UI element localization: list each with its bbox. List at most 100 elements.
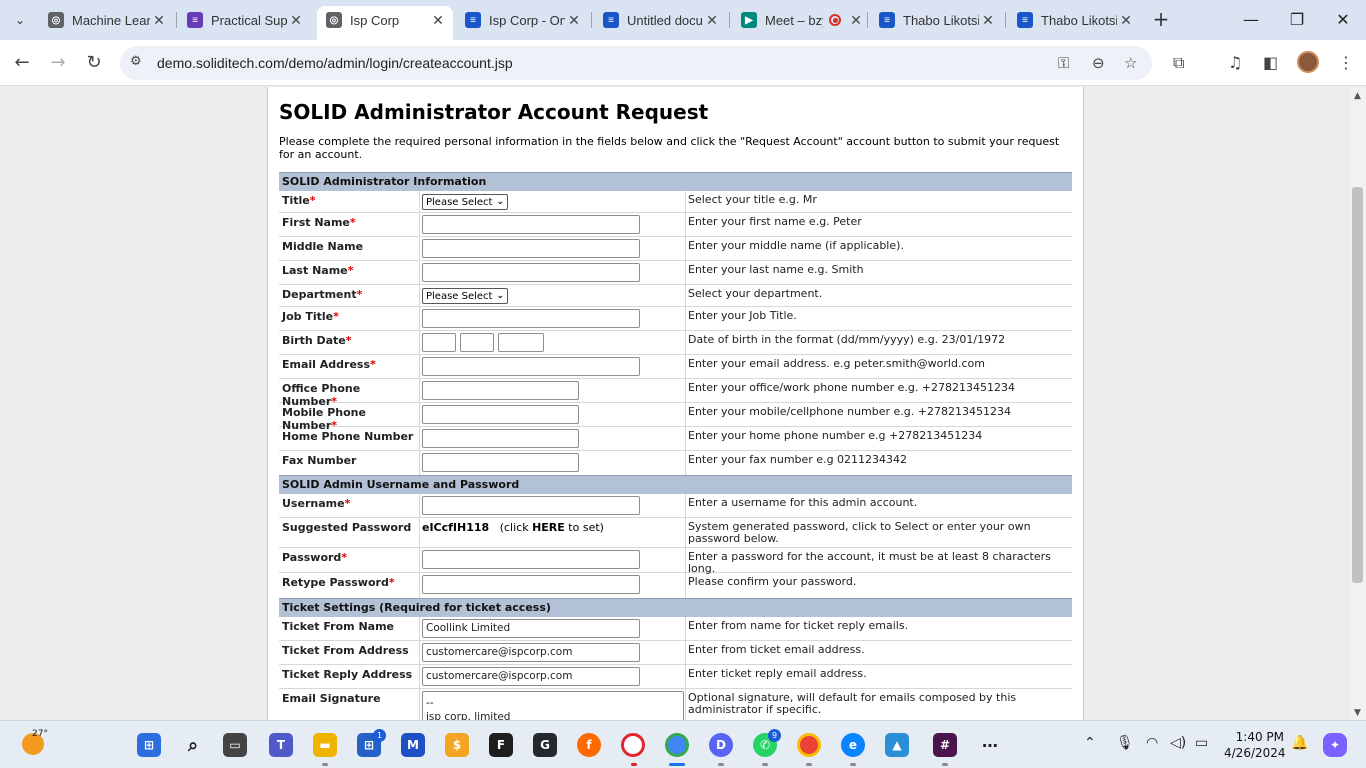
tab-untitled-document[interactable]: ≡ Untitled document ✕ [603,6,721,34]
currency-app-icon[interactable]: $ [445,733,469,757]
ticket-from-name-input[interactable]: Coollink Limited [422,619,640,638]
system-clock[interactable]: 1:40 PM 4/26/2024 [1224,729,1286,761]
close-icon[interactable]: ✕ [150,12,168,29]
retype-password-input[interactable] [422,575,640,594]
ticket-reply-address-input[interactable]: customercare@ispcorp.com [422,667,640,686]
tab-machine-learning[interactable]: ◎ Machine Learning ✕ [48,6,168,34]
email-input[interactable] [422,357,640,376]
close-icon[interactable]: ✕ [703,12,721,29]
last-name-input[interactable] [422,263,640,282]
discord-icon[interactable]: D [709,733,733,757]
site-info-icon[interactable]: ⚙ [130,54,150,72]
close-icon[interactable]: ✕ [287,12,305,29]
media-control-icon[interactable]: ♫ [1228,53,1242,72]
scroll-down-arrow-icon[interactable]: ▼ [1354,708,1361,718]
form-row-username: Username* Enter a username for this admi… [279,494,1072,518]
close-window-button[interactable]: ✕ [1328,10,1358,29]
copilot-icon[interactable]: ✦ [1323,733,1347,757]
slack-icon[interactable]: # [933,733,957,757]
close-icon[interactable]: ✕ [429,12,447,29]
mobile-phone-input[interactable] [422,405,579,424]
chrome-profile-icon[interactable] [797,733,821,757]
fax-input[interactable] [422,453,579,472]
figma-icon[interactable]: F [489,733,513,757]
firefox-icon[interactable]: f [577,733,601,757]
password-input[interactable] [422,550,640,569]
email-signature-textarea[interactable]: -- isp corp. limited [422,691,684,720]
field-label: Suggested Password [282,521,412,534]
job-title-input[interactable] [422,309,640,328]
profile-avatar[interactable] [1297,51,1319,73]
new-tab-button[interactable]: + [1150,8,1172,32]
restore-button[interactable]: ❐ [1282,10,1312,29]
task-view-icon[interactable]: ▭ [223,733,247,757]
forward-button[interactable]: → [47,52,69,74]
field-hint: Enter from name for ticket reply emails. [688,619,909,632]
department-select[interactable]: Please Select ⌄ [422,288,508,304]
scrollbar-thumb[interactable] [1352,187,1363,583]
ticket-from-address-input[interactable]: customercare@ispcorp.com [422,643,640,662]
scroll-up-arrow-icon[interactable]: ▲ [1354,91,1361,101]
birth-year-input[interactable] [498,333,544,352]
address-bar[interactable]: ⚙ demo.soliditech.com/demo/admin/login/c… [120,46,1152,80]
tab-thabo-likotsi-2[interactable]: ≡ Thabo Likotsi ✕ [1017,6,1135,34]
teams-icon[interactable]: T [269,733,293,757]
required-marker: * [349,216,356,229]
tab-search-button[interactable]: ⌄ [8,8,32,32]
zoom-icon[interactable]: ⊖ [1092,54,1105,72]
page-scrollbar[interactable]: ▲ ▼ [1350,87,1366,720]
form-row-middle-name: Middle Name Enter your middle name (if a… [279,237,1072,261]
volume-icon[interactable]: ◁) [1170,735,1186,751]
middle-name-input[interactable] [422,239,640,258]
url-text[interactable]: demo.soliditech.com/demo/admin/login/cre… [157,55,513,71]
minimize-button[interactable]: — [1236,10,1266,29]
reload-button[interactable]: ↻ [83,52,105,74]
tab-title: Thabo Likotsi [1041,12,1117,28]
opera-icon[interactable] [621,733,645,757]
required-marker: * [333,310,339,323]
more-apps-icon[interactable]: ⋯ [978,733,1002,757]
meet-icon: ▶ [741,12,757,28]
close-icon[interactable]: ✕ [847,12,865,29]
tab-meet[interactable]: ▶ Meet – bzy ✕ [741,6,862,34]
set-password-link[interactable]: HERE [532,521,565,534]
chrome-icon[interactable] [665,733,689,757]
field-label: Home Phone Number [282,430,414,443]
suggested-password-value[interactable]: eICcfIH118 [422,521,489,534]
wifi-icon[interactable]: ◠ [1146,735,1158,751]
battery-icon[interactable]: ▭ [1195,735,1208,751]
birth-month-input[interactable] [460,333,494,352]
close-icon[interactable]: ✕ [565,12,583,29]
notification-bell-icon[interactable]: 🔔 [1291,735,1308,751]
title-select[interactable]: Please Select ⌄ [422,194,508,210]
tab-isp-corp[interactable]: ◎ Isp Corp ✕ [317,6,453,40]
username-input[interactable] [422,496,640,515]
side-panel-icon[interactable]: ◧ [1263,53,1278,72]
tab-thabo-likotsi-1[interactable]: ≡ Thabo Likotsi ✕ [879,6,997,34]
office-phone-input[interactable] [422,381,579,400]
tab-practical-supervised[interactable]: ≡ Practical Supervised ✕ [187,6,305,34]
search-icon[interactable]: ⌕ [181,733,205,757]
bookmark-star-icon[interactable]: ☆ [1124,54,1137,72]
microphone-icon[interactable]: 🎙 [1116,735,1134,751]
tab-isp-corp-online[interactable]: ≡ Isp Corp - Online ✕ [465,6,583,34]
file-explorer-icon[interactable]: ▬ [313,733,337,757]
photos-icon[interactable]: ▲ [885,733,909,757]
windows-start-icon[interactable]: ⊞ [137,733,161,757]
menu-kebab-icon[interactable]: ⋮ [1338,53,1354,72]
form-row-password: Password* Enter a password for the accou… [279,548,1072,575]
close-icon[interactable]: ✕ [1117,12,1135,29]
birth-day-input[interactable] [422,333,456,352]
close-icon[interactable]: ✕ [979,12,997,29]
github-icon[interactable]: G [533,733,557,757]
extensions-icon[interactable]: ⧉ [1173,53,1184,73]
app-icon[interactable]: M [401,733,425,757]
first-name-input[interactable] [422,215,640,234]
edge-icon[interactable]: e [841,733,865,757]
chevron-up-icon[interactable]: ⌃ [1084,735,1096,751]
home-phone-input[interactable] [422,429,579,448]
password-key-icon[interactable]: ⚿ [1058,54,1069,72]
back-button[interactable]: ← [11,52,33,74]
store-badge: 1 [373,729,386,742]
page-content: SOLID Administrator Account Request Plea… [267,87,1084,720]
